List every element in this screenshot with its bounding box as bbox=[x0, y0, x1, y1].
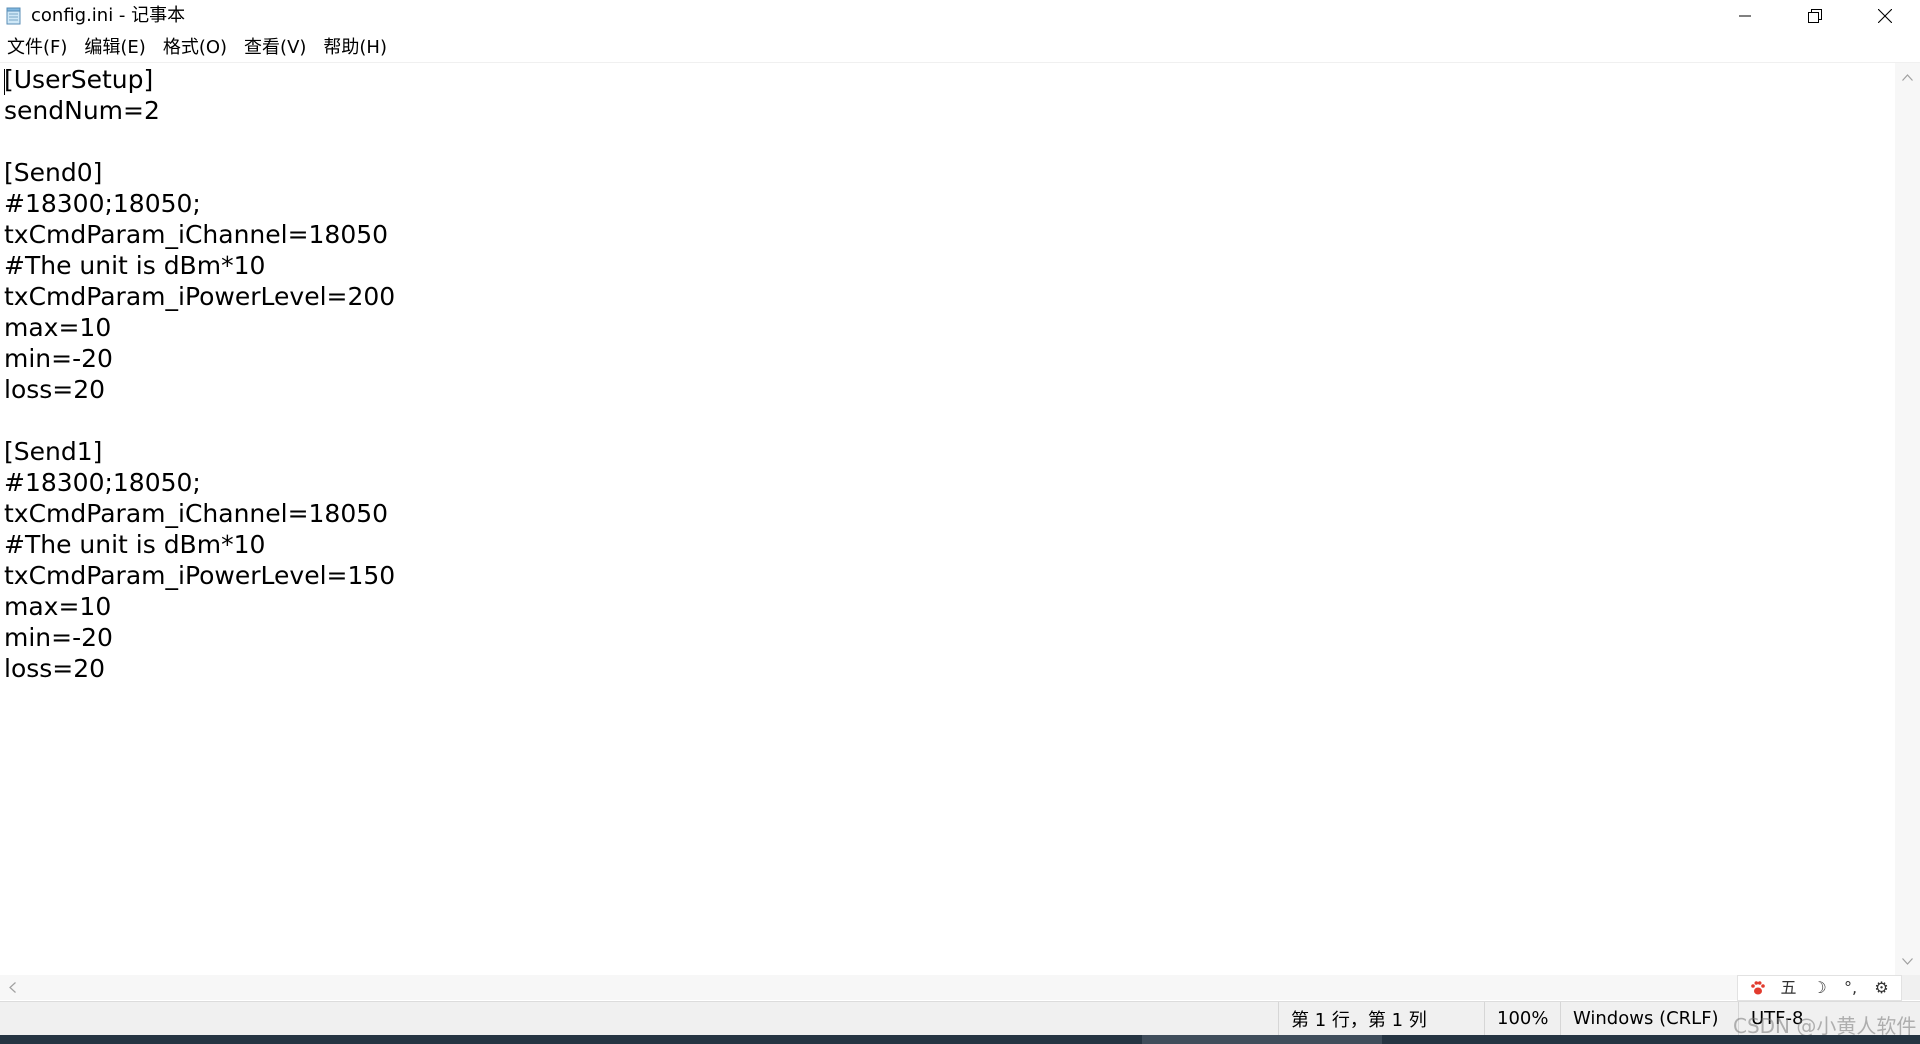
editor-content[interactable]: [UserSetup] sendNum=2 [Send0] #18300;180… bbox=[4, 64, 395, 684]
menu-help[interactable]: 帮助(H) bbox=[316, 37, 394, 59]
title-bar[interactable]: config.ini - 记事本 bbox=[0, 0, 1920, 32]
paw-icon[interactable] bbox=[1747, 977, 1769, 999]
notepad-app-icon[interactable] bbox=[6, 7, 22, 25]
gear-icon[interactable]: ⚙ bbox=[1871, 977, 1893, 999]
chevron-left-icon bbox=[8, 982, 16, 993]
scroll-down-button[interactable] bbox=[1895, 951, 1920, 971]
menu-view[interactable]: 查看(V) bbox=[237, 37, 313, 59]
scroll-left-button[interactable] bbox=[2, 975, 22, 1000]
close-icon bbox=[1878, 9, 1892, 23]
chevron-down-icon bbox=[1902, 957, 1913, 965]
menu-format[interactable]: 格式(O) bbox=[156, 37, 234, 59]
wubi-mode-icon[interactable]: 五 bbox=[1778, 977, 1800, 999]
punctuation-icon[interactable]: °, bbox=[1840, 977, 1862, 999]
encoding: UTF-8 bbox=[1738, 1002, 1920, 1035]
minimize-button[interactable] bbox=[1710, 0, 1780, 32]
chevron-up-icon bbox=[1902, 73, 1913, 81]
taskbar bbox=[0, 1035, 1920, 1044]
menu-file[interactable]: 文件(F) bbox=[0, 37, 74, 59]
horizontal-scrollbar[interactable] bbox=[0, 975, 1895, 1000]
ime-toolbar[interactable]: 五 ☽ °, ⚙ bbox=[1737, 975, 1902, 1001]
menu-edit[interactable]: 编辑(E) bbox=[77, 37, 152, 59]
vertical-scrollbar[interactable] bbox=[1895, 63, 1920, 975]
taskbar-active-item[interactable] bbox=[1142, 1035, 1382, 1044]
text-editor[interactable]: [UserSetup] sendNum=2 [Send0] #18300;180… bbox=[0, 63, 1895, 975]
text-caret bbox=[4, 69, 5, 95]
close-button[interactable] bbox=[1850, 0, 1920, 32]
notepad-window: config.ini - 记事本 文件(F) 编辑(E) 格式(O) 查看(V)… bbox=[0, 0, 1920, 1044]
status-bar: 第 1 行，第 1 列 100% Windows (CRLF) UTF-8 bbox=[0, 1001, 1920, 1035]
minimize-icon bbox=[1739, 15, 1751, 17]
line-ending: Windows (CRLF) bbox=[1560, 1002, 1738, 1035]
moon-icon[interactable]: ☽ bbox=[1809, 977, 1831, 999]
cursor-position: 第 1 行，第 1 列 bbox=[1278, 1002, 1484, 1035]
scroll-up-button[interactable] bbox=[1895, 67, 1920, 87]
restore-icon bbox=[1808, 9, 1822, 23]
restore-button[interactable] bbox=[1780, 0, 1850, 32]
menu-bar: 文件(F) 编辑(E) 格式(O) 查看(V) 帮助(H) bbox=[0, 33, 1920, 62]
window-title: config.ini - 记事本 bbox=[31, 5, 186, 26]
zoom-level: 100% bbox=[1484, 1002, 1560, 1035]
